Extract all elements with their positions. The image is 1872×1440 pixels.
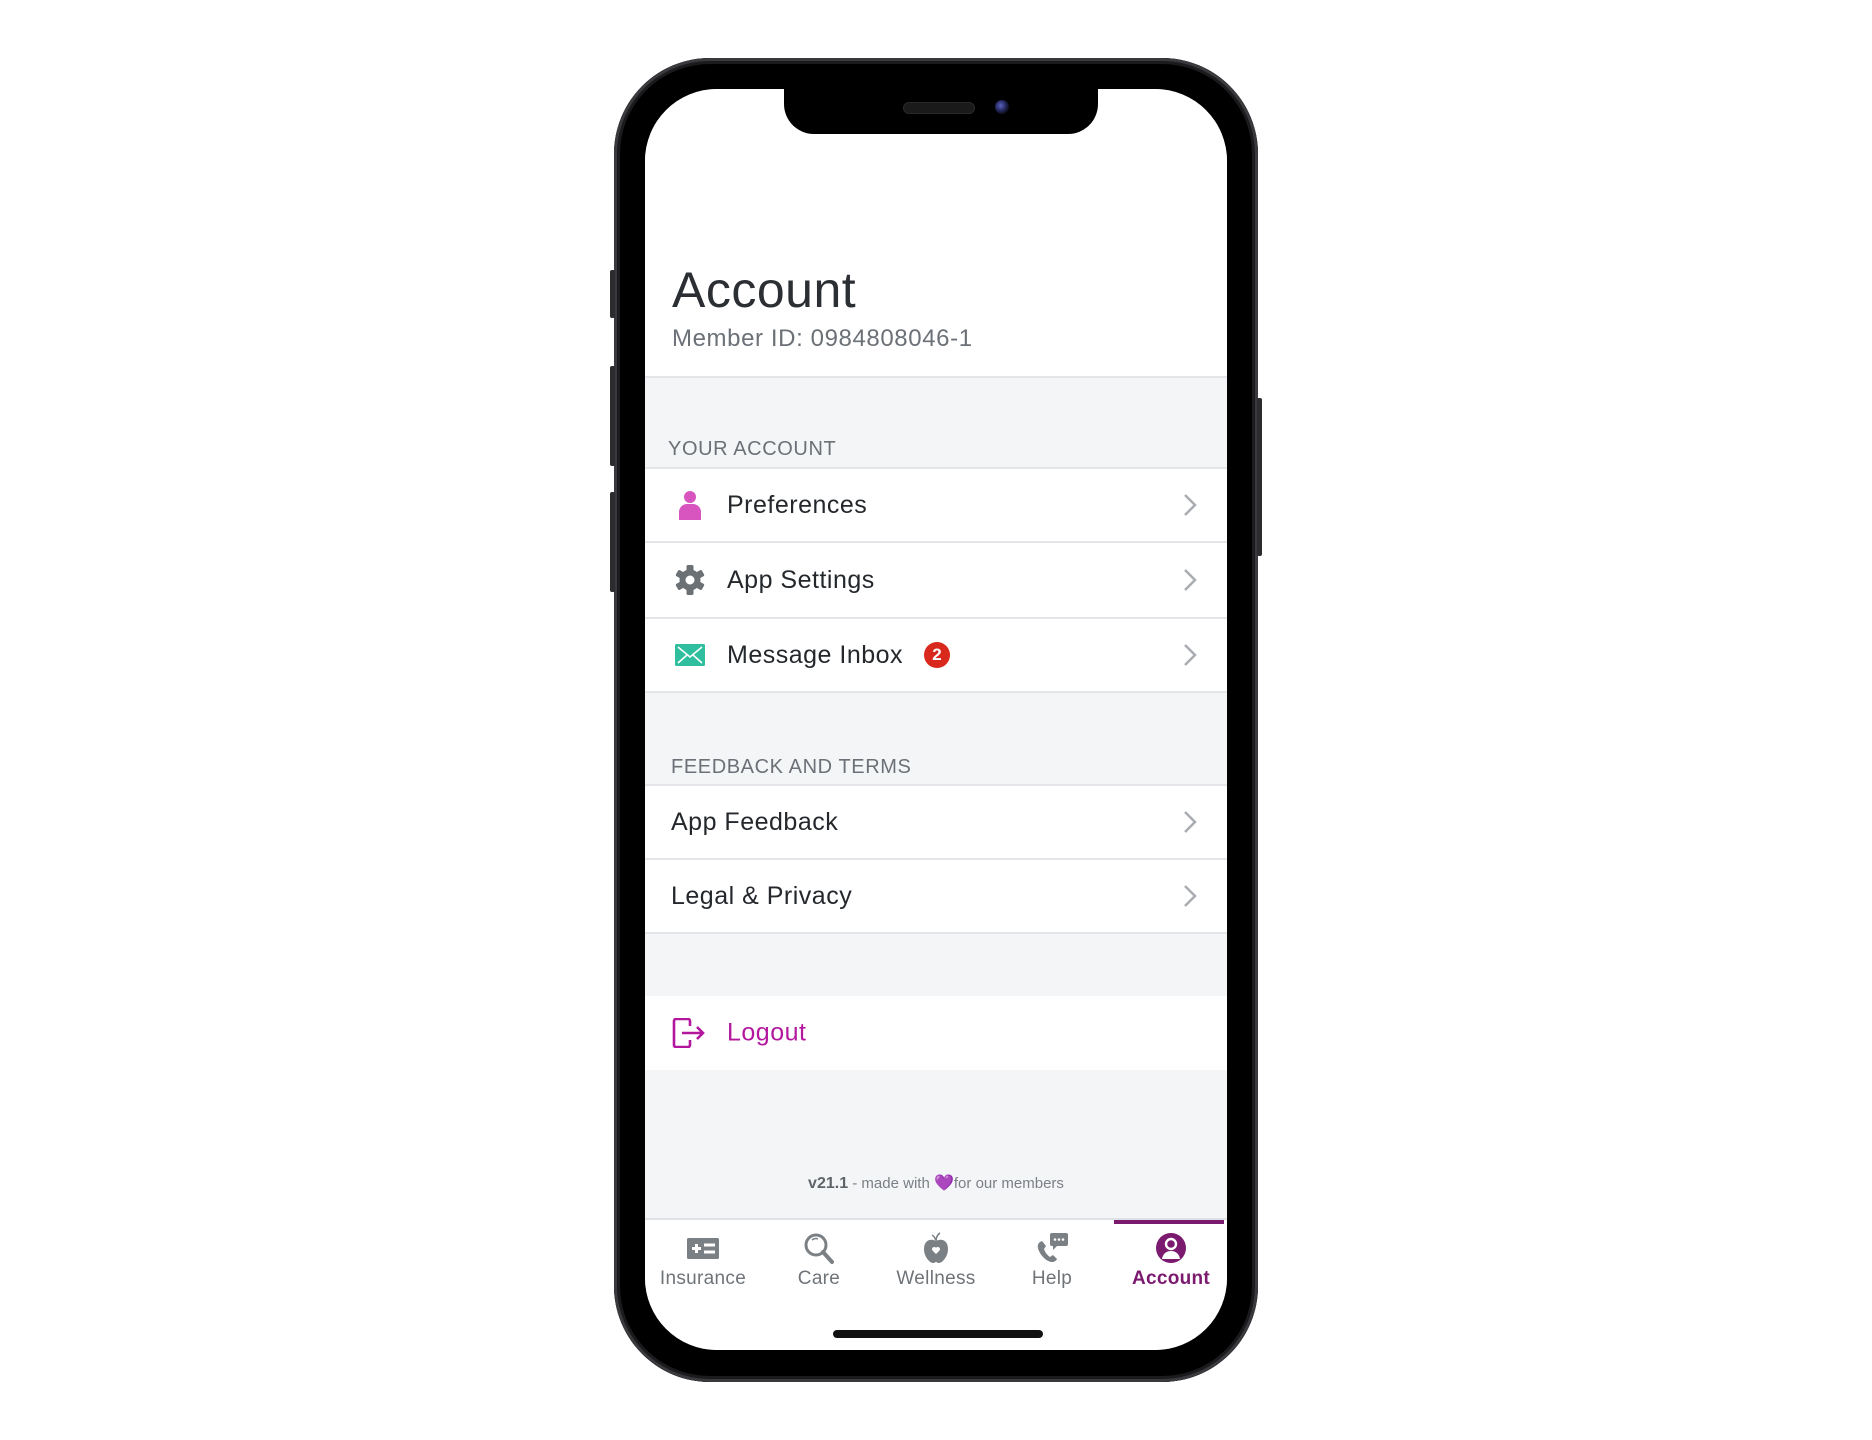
app-screen: Account Member ID: 0984808046-1 YOUR ACC… — [645, 89, 1227, 1350]
apple-icon — [924, 1232, 948, 1263]
chevron-right-icon — [1184, 569, 1197, 591]
app-version: v21.1 — [808, 1175, 849, 1192]
tab-label: Help — [1031, 1268, 1073, 1289]
bottom-tab-bar: Insurance Care Wellness Help Account — [645, 1218, 1227, 1350]
version-footer: v21.1 - made with 💜for our members — [645, 1173, 1227, 1193]
search-icon — [804, 1233, 834, 1264]
tab-label: Insurance — [659, 1268, 747, 1289]
logout-button[interactable]: Logout — [645, 996, 1227, 1070]
speaker-grille — [903, 102, 975, 114]
tab-wellness[interactable]: Wellness — [878, 1220, 994, 1310]
tab-account[interactable]: Account — [1113, 1220, 1227, 1310]
heart-icon: 💜 — [933, 1175, 954, 1192]
menu-item-app-feedback[interactable]: App Feedback — [645, 784, 1227, 858]
menu-item-label: Legal & Privacy — [671, 881, 853, 910]
chevron-right-icon — [1184, 885, 1197, 907]
tab-label: Care — [797, 1268, 841, 1289]
footer-text: - made with — [848, 1175, 934, 1192]
menu-item-label: App Feedback — [671, 807, 839, 836]
menu-item-label: Preferences — [727, 490, 868, 519]
logout-label: Logout — [727, 1018, 807, 1047]
envelope-icon — [674, 639, 706, 671]
tab-label: Account — [1131, 1268, 1211, 1289]
front-camera — [995, 100, 1009, 114]
menu-item-label: App Settings — [727, 565, 875, 594]
chevron-right-icon — [1184, 494, 1197, 516]
side-button-power — [1257, 398, 1262, 556]
menu-item-legal-privacy[interactable]: Legal & Privacy — [645, 858, 1227, 934]
menu-item-preferences[interactable]: Preferences — [645, 467, 1227, 541]
tab-care[interactable]: Care — [761, 1220, 877, 1310]
menu-item-label: Message Inbox — [727, 640, 904, 669]
unread-count-badge: 2 — [924, 642, 950, 668]
side-button-mute — [610, 270, 615, 318]
page-title: Account — [672, 262, 857, 318]
gear-icon — [674, 564, 706, 596]
section-label-feedback-and-terms: FEEDBACK AND TERMS — [671, 756, 912, 778]
phone-chat-icon — [1037, 1233, 1068, 1262]
tab-label: Wellness — [896, 1268, 976, 1289]
section-label-your-account: YOUR ACCOUNT — [668, 438, 837, 460]
chevron-right-icon — [1184, 644, 1197, 666]
account-icon — [1156, 1233, 1186, 1263]
menu-item-message-inbox[interactable]: Message Inbox 2 — [645, 617, 1227, 693]
menu-item-app-settings[interactable]: App Settings — [645, 541, 1227, 617]
logout-icon — [672, 1018, 705, 1048]
home-indicator[interactable] — [833, 1330, 1043, 1338]
side-button-volume-up — [610, 366, 615, 466]
tab-insurance[interactable]: Insurance — [645, 1220, 761, 1310]
member-id: Member ID: 0984808046-1 — [672, 325, 973, 352]
person-icon — [674, 489, 706, 521]
insurance-card-icon — [687, 1238, 719, 1259]
side-button-volume-down — [610, 492, 615, 592]
tab-help[interactable]: Help — [994, 1220, 1110, 1310]
footer-text: for our members — [953, 1175, 1064, 1192]
chevron-right-icon — [1184, 811, 1197, 833]
